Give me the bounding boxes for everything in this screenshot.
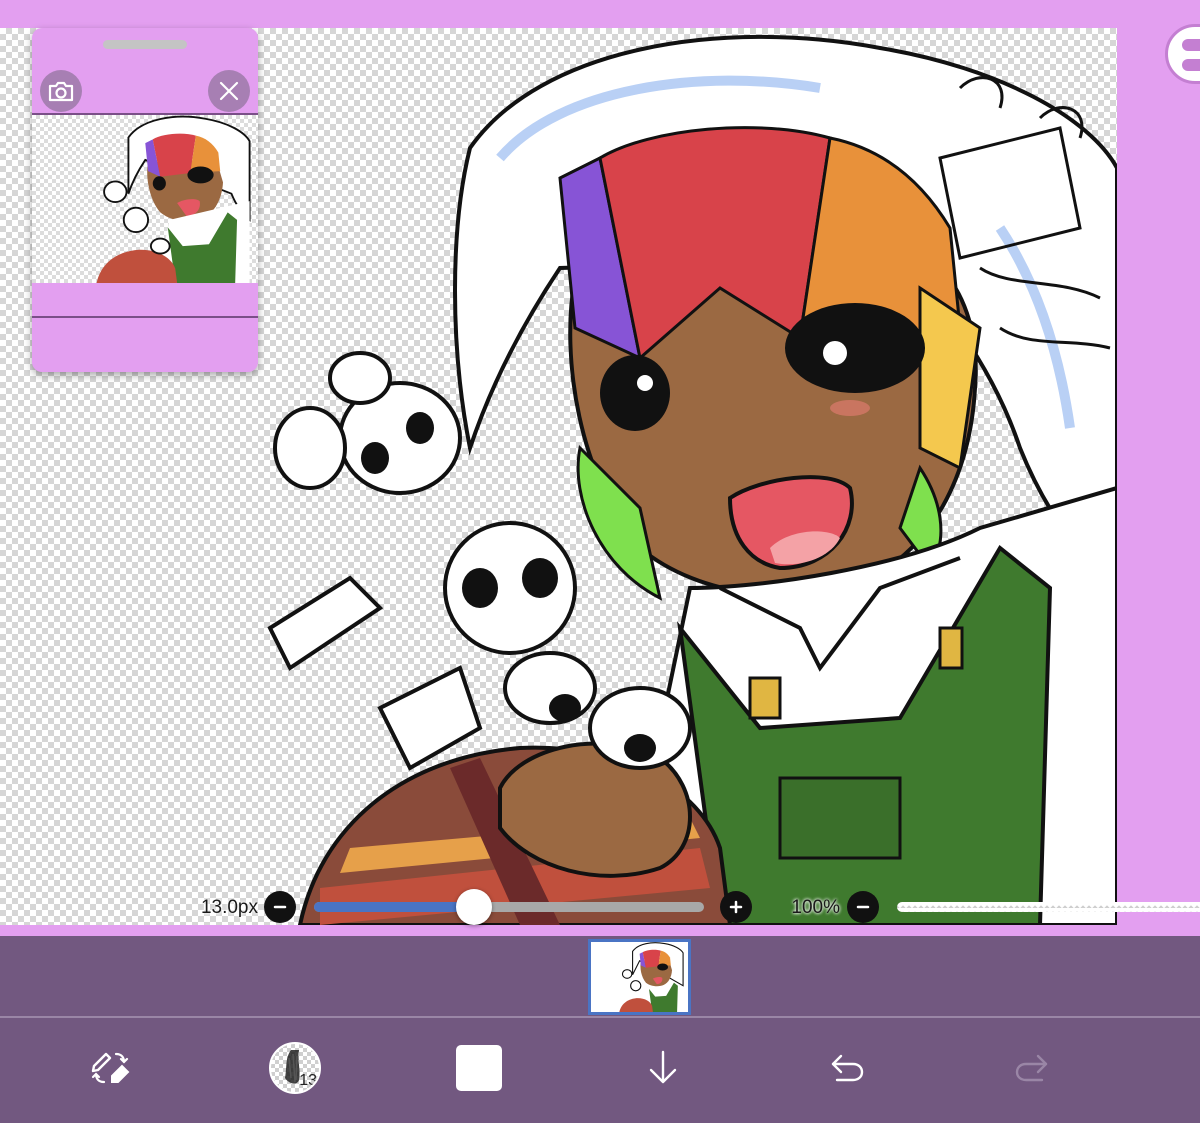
- brush-size-slider-knob[interactable]: [455, 889, 492, 925]
- brush-picker-button[interactable]: 13: [259, 1032, 331, 1104]
- color-picker-button[interactable]: [443, 1032, 515, 1104]
- opacity-slider-track[interactable]: [897, 902, 1200, 912]
- undo-button[interactable]: [811, 1032, 883, 1104]
- toggle-bar-top: [1182, 39, 1200, 51]
- reference-window[interactable]: [32, 28, 258, 372]
- brush-size-minus-button[interactable]: [264, 891, 296, 923]
- pen-eraser-swap-icon: [91, 1052, 130, 1084]
- layer-thumbnail[interactable]: [588, 939, 691, 1015]
- brush-size-slider-track[interactable]: [314, 902, 704, 912]
- current-color-swatch: [456, 1045, 502, 1091]
- layer-down-button[interactable]: [627, 1032, 699, 1104]
- brush-preview: 13: [269, 1042, 321, 1094]
- arrow-down-icon: [649, 1050, 677, 1084]
- bottom-toolbar: 13: [0, 1018, 1200, 1123]
- reference-image: [32, 115, 258, 283]
- camera-icon[interactable]: [40, 70, 82, 112]
- layer-strip: [0, 936, 1200, 1016]
- minus-icon: [856, 905, 870, 909]
- pen-eraser-swap-button[interactable]: [74, 1032, 146, 1104]
- minus-icon: [273, 905, 287, 909]
- redo-button[interactable]: [996, 1032, 1068, 1104]
- reference-window-drag-handle[interactable]: [103, 40, 187, 49]
- brush-size-slider-fill: [314, 902, 474, 912]
- brush-size-label: 13.0px: [200, 897, 258, 918]
- plus-icon: [729, 900, 743, 914]
- close-icon[interactable]: [208, 70, 250, 112]
- brush-size-plus-button[interactable]: [720, 891, 752, 923]
- undo-icon: [831, 1054, 864, 1082]
- panel-toggle-button[interactable]: [1165, 24, 1200, 84]
- toggle-bar-bottom: [1182, 59, 1200, 71]
- brush-size-badge: 13: [299, 1072, 317, 1089]
- redo-icon: [1015, 1054, 1048, 1082]
- opacity-label: 100%: [791, 897, 840, 918]
- reference-divider-bottom: [32, 316, 258, 318]
- opacity-minus-button[interactable]: [847, 891, 879, 923]
